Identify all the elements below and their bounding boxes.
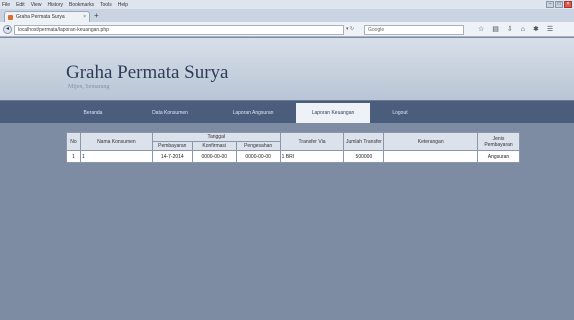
financial-report-table: No Nama Konsumen Tanggal Transfer Via Ju… bbox=[66, 132, 520, 163]
menu-tools[interactable]: Tools bbox=[100, 2, 112, 8]
addons-icon[interactable]: ✱ bbox=[533, 25, 539, 34]
site-header: Graha Permata Surya Mijen, Semarang bbox=[0, 38, 574, 101]
content-area: No Nama Konsumen Tanggal Transfer Via Ju… bbox=[0, 123, 574, 320]
menu-file[interactable]: File bbox=[2, 2, 10, 8]
cell-keterangan bbox=[383, 150, 479, 163]
browser-tab[interactable]: Graha Permata Surya × bbox=[4, 11, 90, 22]
col-header-pembayaran: Pembayaran bbox=[151, 141, 193, 151]
menu-help[interactable]: Help bbox=[118, 2, 128, 8]
browser-menubar: File Edit View History Bookmarks Tools H… bbox=[0, 0, 574, 9]
col-header-konfirmasi: Konfirmasi bbox=[191, 141, 237, 151]
nav-logout[interactable]: Logout bbox=[370, 103, 430, 123]
col-header-tanggal: Tanggal bbox=[151, 132, 281, 142]
nav-laporan-angsuran[interactable]: Laporan Angsuran bbox=[210, 103, 296, 123]
menu-icon[interactable]: ☰ bbox=[547, 25, 553, 34]
window-controls: – □ × bbox=[546, 1, 572, 8]
url-bar[interactable]: localhost/permata/laporan-keuangan.php bbox=[14, 25, 344, 35]
bookmark-star-icon[interactable]: ☆ bbox=[478, 25, 484, 34]
reload-icon[interactable]: ▾ ↻ bbox=[346, 26, 354, 32]
tab-strip: Graha Permata Surya × + bbox=[0, 9, 574, 22]
cell-konfirmasi: 0000-00-00 bbox=[191, 150, 237, 163]
menu-edit[interactable]: Edit bbox=[16, 2, 25, 8]
col-header-keterangan: Keterangan bbox=[383, 132, 479, 151]
menu-bookmarks[interactable]: Bookmarks bbox=[69, 2, 94, 8]
menu-view[interactable]: View bbox=[31, 2, 42, 8]
col-header-jumlah: Jumlah Transfer bbox=[343, 132, 385, 151]
main-nav: Beranda Data Konsumen Laporan Angsuran L… bbox=[0, 101, 574, 123]
browser-navbar: ◂ localhost/permata/laporan-keuangan.php… bbox=[0, 22, 574, 37]
cell-pembayaran: 14-7-2014 bbox=[151, 150, 193, 163]
close-window-button[interactable]: × bbox=[564, 1, 572, 8]
tab-close-icon[interactable]: × bbox=[83, 14, 86, 20]
tab-title: Graha Permata Surya bbox=[16, 14, 65, 20]
site-subtitle: Mijen, Semarang bbox=[68, 84, 110, 90]
cell-no: 1 bbox=[66, 150, 81, 163]
download-icon[interactable]: ⇩ bbox=[507, 25, 513, 34]
nav-laporan-keuangan[interactable]: Laporan Keuangan bbox=[296, 103, 370, 123]
cell-jenis: Angsuran bbox=[477, 150, 520, 163]
col-header-pengesahan: Pengesahan bbox=[235, 141, 281, 151]
menu-history[interactable]: History bbox=[47, 2, 63, 8]
web-page: Graha Permata Surya Mijen, Semarang Bera… bbox=[0, 38, 574, 320]
minimize-button[interactable]: – bbox=[546, 1, 554, 8]
site-title: Graha Permata Surya bbox=[66, 62, 229, 83]
cell-pengesahan: 0000-00-00 bbox=[235, 150, 281, 163]
table-row: 1 1 14-7-2014 0000-00-00 0000-00-00 1 BR… bbox=[66, 150, 520, 163]
nav-beranda[interactable]: Beranda bbox=[56, 103, 130, 123]
search-input[interactable]: Google bbox=[364, 25, 464, 35]
favicon-icon bbox=[8, 14, 13, 20]
col-header-nama: Nama Konsumen bbox=[79, 132, 153, 151]
col-header-no: No bbox=[66, 132, 81, 151]
maximize-button[interactable]: □ bbox=[555, 1, 563, 8]
cell-nama: 1 bbox=[79, 150, 153, 163]
toolbar-icons: ☆ ▤ ⇩ ⌂ ✱ ☰ bbox=[478, 25, 553, 34]
cell-jumlah: 500000 bbox=[343, 150, 385, 163]
cell-transfer: 1 BRI bbox=[279, 150, 345, 163]
home-icon[interactable]: ⌂ bbox=[521, 25, 525, 34]
nav-data-konsumen[interactable]: Data Konsumen bbox=[130, 103, 210, 123]
bookmarks-icon[interactable]: ▤ bbox=[492, 25, 499, 34]
back-button[interactable]: ◂ bbox=[3, 25, 12, 34]
col-header-jenis: Jenis Pembayaran bbox=[477, 132, 520, 151]
col-header-transfer: Transfer Via bbox=[279, 132, 345, 151]
new-tab-button[interactable]: + bbox=[94, 12, 99, 20]
